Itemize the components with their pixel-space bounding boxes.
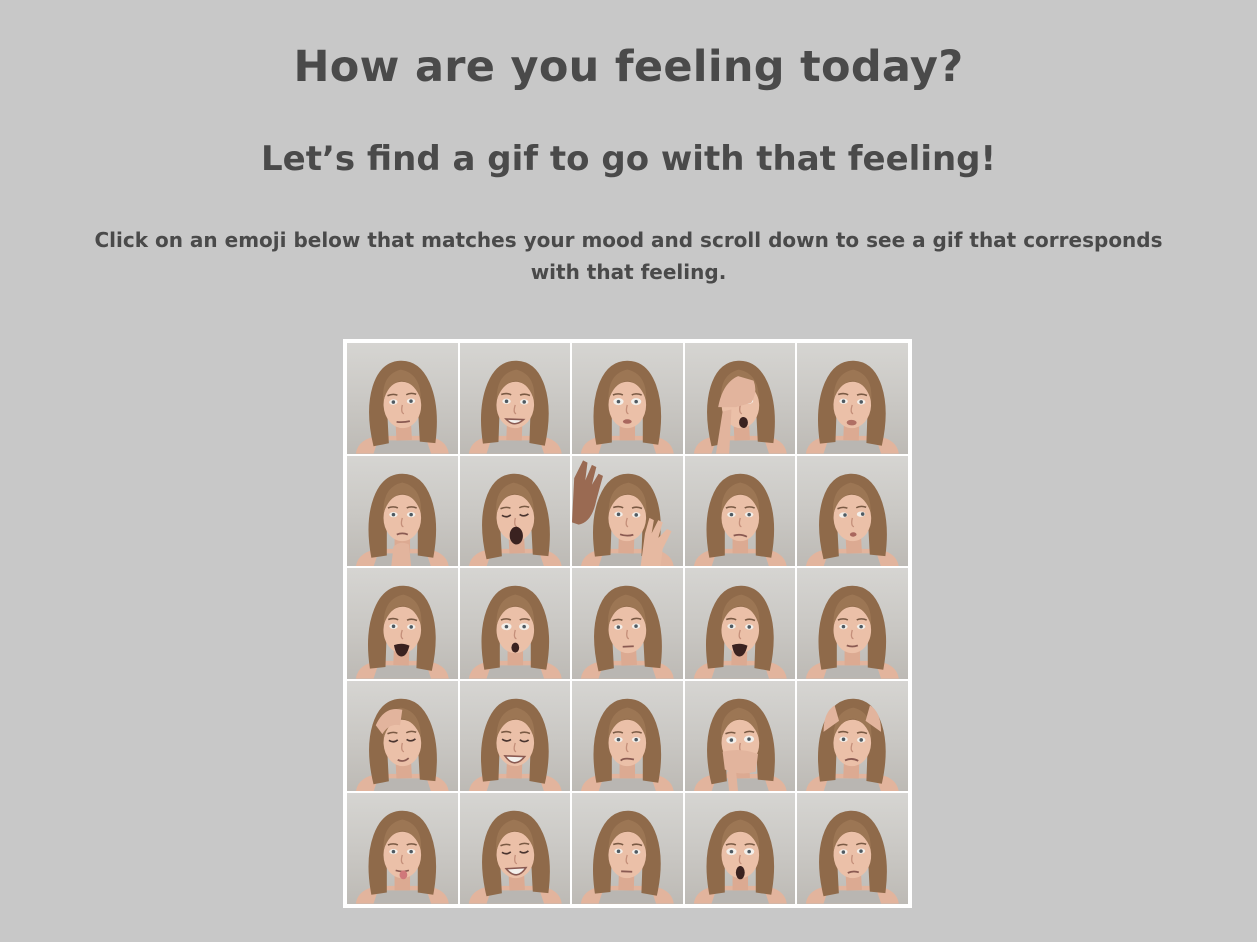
mood-tile-surprised[interactable] (684, 793, 796, 904)
instructions-text: Click on an emoji below that matches you… (94, 228, 1163, 284)
portrait-illustration (468, 360, 562, 454)
mood-tile-smile[interactable] (459, 343, 571, 454)
mood-tile-angry-shout[interactable] (684, 568, 796, 679)
portrait-illustration (468, 811, 562, 904)
mood-tile-hand-over-mouth[interactable] (684, 680, 796, 792)
portrait-illustration (572, 460, 674, 567)
portrait-illustration (693, 473, 787, 567)
portrait-illustration (468, 473, 562, 567)
portrait-illustration (355, 360, 449, 454)
portrait-illustration (581, 360, 674, 454)
portrait-illustration (468, 585, 562, 679)
mood-tile-laughing[interactable] (459, 680, 571, 792)
mood-tile-tongue-out[interactable] (347, 793, 458, 904)
mood-tile-suspicious[interactable] (572, 568, 683, 679)
mood-tile-shocked[interactable] (459, 568, 571, 679)
mood-tile-headache[interactable] (347, 680, 458, 792)
portrait-illustration (468, 698, 562, 792)
page-title: How are you feeling today? (293, 42, 964, 92)
portrait-illustration (806, 698, 900, 792)
portrait-illustration (581, 811, 674, 904)
portrait-illustration (581, 585, 674, 679)
mood-tile-scream[interactable] (459, 455, 571, 567)
portrait-illustration (806, 473, 900, 567)
portrait-illustration (693, 585, 787, 679)
mood-tile-stressed[interactable] (797, 680, 908, 792)
mood-tile-skeptical[interactable] (684, 455, 796, 567)
mood-tile-facepalm[interactable] (684, 343, 796, 454)
portrait-illustration (693, 811, 787, 904)
portrait-illustration (355, 585, 449, 679)
mood-tile-laughing[interactable] (459, 793, 571, 904)
portrait-illustration (806, 360, 900, 454)
mood-tile-side-glance[interactable] (797, 455, 908, 567)
mood-tile-unimpressed[interactable] (572, 793, 683, 904)
mood-tile-thinking[interactable] (347, 455, 458, 567)
mood-grid (343, 339, 912, 908)
portrait-illustration (355, 811, 449, 904)
mood-tile-calm[interactable] (797, 568, 908, 679)
portrait-illustration (581, 698, 674, 792)
portrait-illustration (806, 811, 900, 904)
portrait-illustration (355, 698, 449, 792)
mood-tile-annoyed[interactable] (797, 793, 908, 904)
page-subtitle: Let’s find a gif to go with that feeling… (260, 139, 997, 179)
mood-tile-neutral[interactable] (347, 343, 458, 454)
portrait-illustration (693, 360, 787, 454)
mood-tile-puffed[interactable] (572, 343, 683, 454)
portrait-illustration (693, 698, 787, 792)
mood-tile-angry-shout[interactable] (347, 568, 458, 679)
mood-tile-doubtful[interactable] (572, 680, 683, 792)
portrait-illustration (355, 473, 449, 567)
mood-tile-hands-up[interactable] (572, 455, 683, 567)
portrait-illustration (806, 585, 900, 679)
mood-tile-pout[interactable] (797, 343, 908, 454)
